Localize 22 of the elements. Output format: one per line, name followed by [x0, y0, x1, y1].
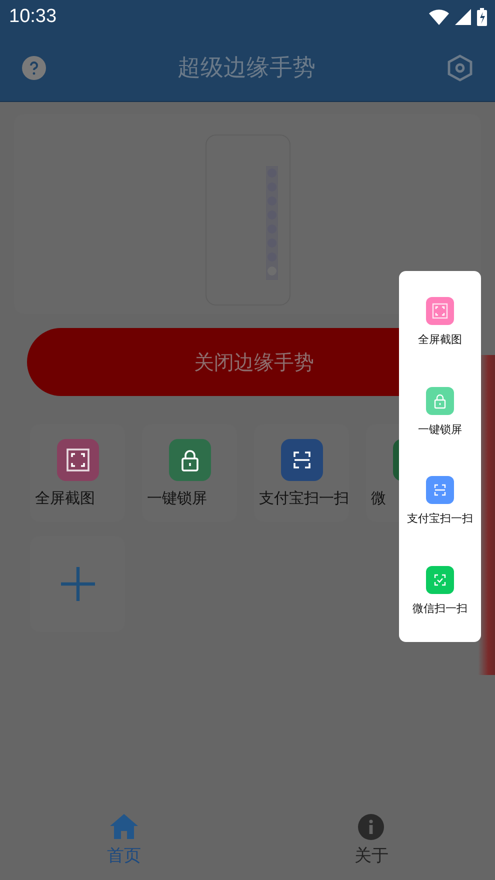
- popup-item-label: 支付宝扫一扫: [407, 511, 473, 526]
- plus-icon: [60, 567, 94, 601]
- popup-item-label: 微信扫一扫: [412, 601, 468, 616]
- screenshot-frame-icon: [430, 300, 450, 321]
- shortcut-label: 微: [371, 488, 386, 508]
- popup-item-label: 全屏截图: [418, 332, 462, 347]
- app-title: 超级边缘手势: [178, 54, 316, 83]
- status-time: 10:33: [9, 6, 57, 28]
- popup-item[interactable]: 支付宝扫一扫: [399, 476, 481, 526]
- battery-charging-icon: [477, 8, 487, 26]
- wifi-icon: [429, 9, 449, 25]
- shortcut-label: 一键锁屏: [147, 488, 207, 508]
- popup-item[interactable]: 微信扫一扫: [399, 566, 481, 616]
- popup-item-label: 一键锁屏: [418, 422, 462, 437]
- signal-icon: [455, 9, 471, 25]
- shortcut-label: 全屏截图: [35, 488, 95, 508]
- nav-tab[interactable]: 关于: [248, 800, 495, 880]
- settings-icon[interactable]: [447, 54, 473, 82]
- info-icon: [358, 814, 384, 840]
- shortcut-label: 支付宝扫一扫: [259, 488, 349, 508]
- help-icon[interactable]: [22, 56, 46, 80]
- home-icon: [110, 814, 138, 840]
